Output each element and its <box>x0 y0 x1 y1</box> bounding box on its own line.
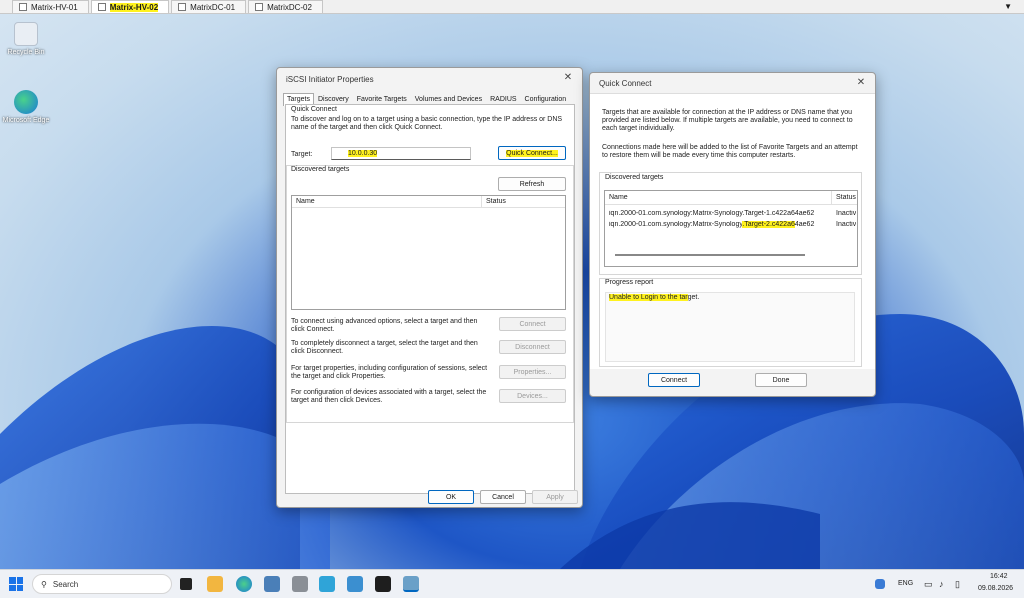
disconnect-description: To completely disconnect a target, selec… <box>291 340 478 355</box>
iscsi-initiator-icon[interactable] <box>403 576 419 592</box>
clock-date: 09.08.2026 <box>978 585 1014 592</box>
window-title: iSCSI Initiator Properties <box>286 74 374 84</box>
qc-targets-list[interactable]: Name Status iqn.2000-01.com.synology:Mat… <box>604 190 858 267</box>
apply-button[interactable]: Apply <box>532 490 578 504</box>
vm-icon <box>19 3 27 11</box>
targets-panel: Quick Connect To discover and log on to … <box>285 104 575 494</box>
clock[interactable]: 16:42 <box>990 573 1008 580</box>
vm-icon <box>178 3 187 11</box>
taskbar: ⚲ Search ENG ▭ ♪ ▯ 16:42 09.08.2026 <box>0 569 1024 598</box>
task-view-icon[interactable] <box>180 578 192 590</box>
tray-icon[interactable] <box>875 579 885 589</box>
column-name[interactable]: Name <box>292 196 482 207</box>
targets-list[interactable]: Name Status <box>291 195 566 310</box>
dialog-title: Quick Connect <box>599 78 652 88</box>
language-indicator[interactable]: ENG <box>898 580 913 587</box>
cancel-button[interactable]: Cancel <box>480 490 526 504</box>
devices-description: For configuration of devices associated … <box>291 389 487 404</box>
search-icon: ⚲ <box>41 579 47 589</box>
desktop-icon-edge[interactable]: Microsoft Edge <box>0 90 52 124</box>
connect-description: To connect using advanced options, selec… <box>291 318 478 333</box>
progress-report-label: Progress report <box>603 279 656 286</box>
vm-tab-matrix-hv-02[interactable]: Matrix-HV-02 <box>90 0 170 13</box>
volume-icon[interactable]: ♪ <box>939 579 944 589</box>
recycle-bin-icon <box>14 22 38 46</box>
hyper-v-icon[interactable] <box>347 576 363 592</box>
close-icon[interactable]: ✕ <box>562 72 574 83</box>
quick-connect-description: To discover and log on to a target using… <box>291 116 563 131</box>
connect-button[interactable]: Connect <box>499 317 566 331</box>
quick-connect-button[interactable]: Quick Connect... <box>498 146 566 160</box>
done-button[interactable]: Done <box>755 373 807 387</box>
vm-icon <box>97 3 106 11</box>
start-button[interactable] <box>9 577 23 591</box>
target-label: Target: <box>291 151 313 158</box>
vm-tab-matrixdc-01[interactable]: MatrixDC-01 <box>171 0 247 13</box>
vm-tab-matrix-hv-01[interactable]: Matrix-HV-01 <box>12 0 89 13</box>
target-input[interactable]: 10.0.0.30 <box>331 147 471 160</box>
properties-button[interactable]: Properties... <box>499 365 566 379</box>
server-manager-icon[interactable] <box>264 576 280 592</box>
edge-icon <box>14 90 38 114</box>
vm-tab-matrixdc-02[interactable]: MatrixDC-02 <box>248 0 323 13</box>
quick-connect-body: Targets that are available for connectio… <box>590 93 875 369</box>
quick-connect-description-1: Targets that are available for connectio… <box>602 109 853 132</box>
list-header: Name Status <box>292 196 565 208</box>
qc-list-header: Name Status <box>605 191 857 205</box>
properties-description: For target properties, including configu… <box>291 365 488 380</box>
network-status-icon[interactable]: ▭ <box>924 579 933 590</box>
qc-column-name[interactable]: Name <box>605 191 832 204</box>
qc-discovered-label: Discovered targets <box>603 174 666 181</box>
clock-time: 16:42 <box>990 573 1008 580</box>
horizontal-scrollbar[interactable] <box>615 254 805 256</box>
discovered-targets-label: Discovered targets <box>289 166 352 173</box>
devices-button[interactable]: Devices... <box>499 389 566 403</box>
vm-icon <box>255 3 264 11</box>
desktop-icon-recycle-bin[interactable]: Recycle Bin <box>0 22 52 56</box>
qc-column-status[interactable]: Status <box>832 191 856 204</box>
row-name: iqn.2000-01.com.synology:Matrix-Synology… <box>609 221 815 228</box>
file-explorer-icon[interactable] <box>207 576 223 592</box>
network-icon[interactable] <box>319 576 335 592</box>
chevron-down-icon[interactable]: ▼ <box>1004 2 1012 11</box>
settings-icon[interactable] <box>292 576 308 592</box>
iscsi-initiator-window: iSCSI Initiator Properties ✕ Targets Dis… <box>276 67 583 508</box>
list-item[interactable]: iqn.2000-01.com.synology:Matrix-Synology… <box>605 219 857 230</box>
quick-connect-group-label: Quick Connect <box>289 106 339 113</box>
progress-report-text: Unable to Login to the target. <box>605 292 855 362</box>
refresh-button[interactable]: Refresh <box>498 177 566 191</box>
battery-icon[interactable]: ▯ <box>955 579 960 590</box>
qc-connect-button[interactable]: Connect <box>648 373 700 387</box>
quick-connect-description-2: Connections made here will be added to t… <box>602 144 858 159</box>
vm-tab-bar: Matrix-HV-01 Matrix-HV-02 MatrixDC-01 Ma… <box>0 0 1024 14</box>
ok-button[interactable]: OK <box>428 490 474 504</box>
terminal-icon[interactable] <box>375 576 391 592</box>
column-status[interactable]: Status <box>482 196 506 207</box>
close-icon[interactable]: ✕ <box>855 77 867 88</box>
search-box[interactable]: ⚲ Search <box>32 574 172 594</box>
edge-icon[interactable] <box>236 576 252 592</box>
disconnect-button[interactable]: Disconnect <box>499 340 566 354</box>
quick-connect-dialog: Quick Connect ✕ Targets that are availab… <box>589 72 876 397</box>
list-item[interactable]: iqn.2000-01.com.synology:Matrix-Synology… <box>605 208 857 219</box>
